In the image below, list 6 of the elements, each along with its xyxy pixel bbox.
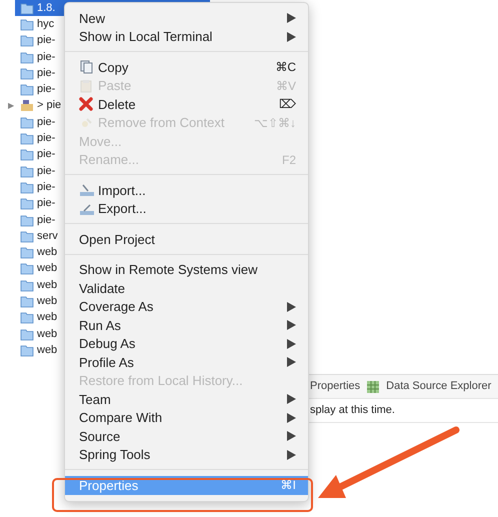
shortcut-text: ⌥⇧⌘↓ [254,114,296,132]
shortcut-text: ⌘C [275,59,296,76]
shortcut-text: F2 [282,152,296,169]
shortcut-text: ⌦ [279,96,296,114]
shortcut-text: ⌘V [276,78,296,95]
shortcut-text: ⌘I [280,477,296,494]
